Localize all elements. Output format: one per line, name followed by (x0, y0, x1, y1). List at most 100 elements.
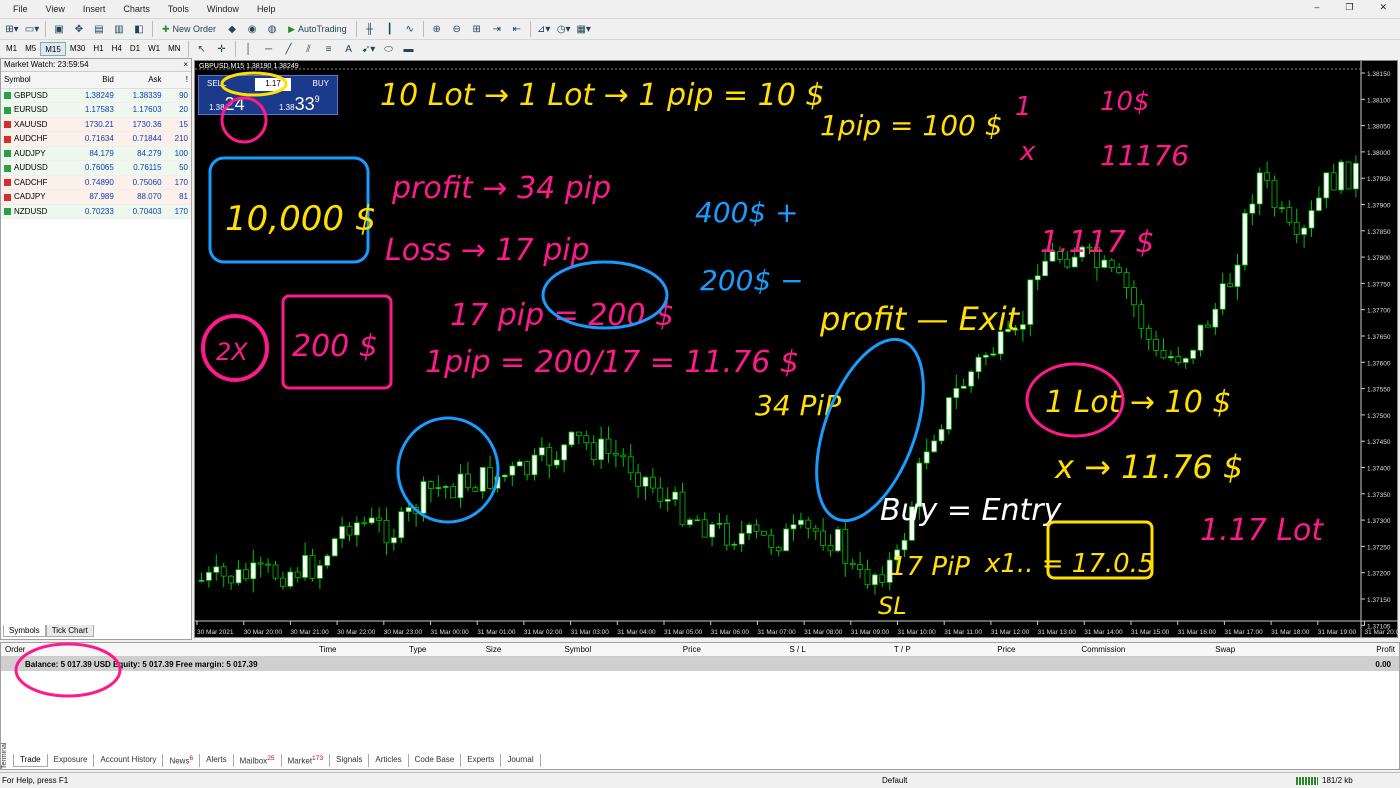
menu-window[interactable]: Window (198, 4, 248, 14)
market-watch-row[interactable]: CADCHF 0.74890 0.75060 170 (1, 175, 191, 190)
sell-button[interactable]: SELL (203, 78, 231, 91)
menu-file[interactable]: File (4, 4, 37, 14)
lot-size-input[interactable]: 1.17 (255, 78, 291, 91)
terminal-tab-market[interactable]: Market173 (282, 754, 331, 767)
line-chart-icon[interactable]: ∿ (401, 20, 419, 38)
terminal-tab-account-history[interactable]: Account History (94, 754, 164, 767)
minimize-icon[interactable]: – (1305, 2, 1328, 13)
new-chart-icon[interactable]: ⊞▾ (3, 20, 21, 38)
market-watch-row[interactable]: XAUUSD 1730.21 1730.36 15 (1, 117, 191, 132)
tf-m1[interactable]: M1 (2, 42, 21, 56)
periods-icon[interactable]: ◷▾ (555, 20, 573, 38)
templates-icon[interactable]: ▦▾ (575, 20, 593, 38)
tile-windows-icon[interactable]: ⊞ (468, 20, 486, 38)
terminal-tab-exposure[interactable]: Exposure (48, 754, 95, 767)
chart-shift-icon[interactable]: ⇤ (508, 20, 526, 38)
menu-view[interactable]: View (37, 4, 74, 14)
buy-button[interactable]: BUY (309, 78, 333, 91)
shapes-icon[interactable]: ⬭ (380, 40, 398, 58)
signals-icon[interactable]: ◉ (243, 20, 261, 38)
fibonacci-icon[interactable]: ≡ (320, 40, 338, 58)
market-watch-row[interactable]: AUDUSD 0.76065 0.76115 50 (1, 160, 191, 176)
market-watch-row[interactable]: NZDUSD 0.70233 0.70403 170 (1, 204, 191, 219)
text-icon[interactable]: A (340, 40, 358, 58)
col-current-price[interactable]: Price (915, 645, 1020, 654)
price-chart[interactable]: 1.38150 1.38100 1.38050 1.38000 1.37950 1.379… (195, 61, 1399, 639)
equidistant-channel-icon[interactable]: ⫽ (300, 40, 318, 58)
cursor-icon[interactable]: ↖ (193, 40, 211, 58)
col-symbol[interactable]: Symbol (505, 645, 595, 654)
market-watch-row[interactable]: AUDJPY 84.179 84.279 100 (1, 146, 191, 161)
tf-h4[interactable]: H4 (108, 42, 126, 56)
rectangle-icon[interactable]: ▬ (400, 40, 418, 58)
candlestick-icon[interactable]: ┃ (381, 20, 399, 38)
balance-row[interactable]: Balance: 5 017.39 USD Equity: 5 017.39 F… (1, 657, 1399, 671)
data-window-icon[interactable]: ✥ (70, 20, 88, 38)
indicators-icon[interactable]: ⊿▾ (535, 20, 553, 38)
terminal-tab-code-base[interactable]: Code Base (409, 754, 462, 767)
horizontal-line-icon[interactable]: ─ (260, 40, 278, 58)
terminal-tab-experts[interactable]: Experts (461, 754, 502, 767)
zoom-out-icon[interactable]: ⊖ (448, 20, 466, 38)
menu-insert[interactable]: Insert (74, 4, 115, 14)
market-watch-row[interactable]: GBPUSD 1.38249 1.38339 90 (1, 88, 191, 103)
col-ask[interactable]: Ask (116, 72, 165, 89)
menu-help[interactable]: Help (248, 4, 285, 14)
tf-m15[interactable]: M15 (40, 42, 66, 56)
tf-w1[interactable]: W1 (144, 42, 164, 56)
terminal-tab-alerts[interactable]: Alerts (200, 754, 234, 767)
market-watch-icon[interactable]: ▣ (50, 20, 68, 38)
tf-d1[interactable]: D1 (126, 42, 144, 56)
autoscroll-icon[interactable]: ⇥ (488, 20, 506, 38)
terminal-tab-news[interactable]: News6 (163, 754, 201, 767)
col-sl[interactable]: S / L (705, 645, 810, 654)
trendline-icon[interactable]: ╱ (280, 40, 298, 58)
tf-m30[interactable]: M30 (66, 42, 90, 56)
meta-editor-icon[interactable]: ◆ (223, 20, 241, 38)
new-order-button[interactable]: ✚ New Order (157, 20, 221, 38)
col-commission[interactable]: Commission (1020, 645, 1130, 654)
menu-tools[interactable]: Tools (159, 4, 198, 14)
col-price[interactable]: Price (595, 645, 705, 654)
terminal-icon[interactable]: ▥ (110, 20, 128, 38)
buy-price[interactable]: 1.38339 (279, 94, 320, 115)
tf-mn[interactable]: MN (164, 42, 184, 56)
crosshair-icon[interactable]: ✛ (213, 40, 231, 58)
autotrading-button[interactable]: ▶ AutoTrading (283, 20, 352, 38)
zoom-in-icon[interactable]: ⊕ (428, 20, 446, 38)
col-symbol[interactable]: Symbol (1, 72, 70, 89)
terminal-tab-mailbox[interactable]: Mailbox25 (234, 754, 282, 767)
menu-charts[interactable]: Charts (114, 4, 159, 14)
market-watch-row[interactable]: EURUSD 1.17583 1.17603 20 (1, 102, 191, 118)
vertical-line-icon[interactable]: │ (240, 40, 258, 58)
chart-window[interactable]: 1.38150 1.38100 1.38050 1.38000 1.37950 1.379… (194, 60, 1399, 639)
tab-tick-chart[interactable]: Tick Chart (45, 625, 94, 637)
restore-icon[interactable]: ❐ (1336, 2, 1362, 13)
col-bid[interactable]: Bid (69, 72, 117, 89)
terminal-tab-articles[interactable]: Articles (369, 754, 409, 767)
market-icon[interactable]: ◍ (263, 20, 281, 38)
tf-h1[interactable]: H1 (89, 42, 107, 56)
col-order[interactable]: Order (1, 645, 61, 654)
col-type[interactable]: Type (341, 645, 431, 654)
arrows-icon[interactable]: ➹▾ (360, 40, 378, 58)
terminal-tab-journal[interactable]: Journal (501, 754, 541, 767)
col-swap[interactable]: Swap (1129, 645, 1239, 654)
market-watch-row[interactable]: AUDCHF 0.71634 0.71844 210 (1, 131, 191, 147)
tf-m5[interactable]: M5 (21, 42, 40, 56)
col-tp[interactable]: T / P (810, 645, 915, 654)
profiles-icon[interactable]: ▭▾ (23, 20, 41, 38)
tab-symbols[interactable]: Symbols (3, 625, 46, 637)
col-size[interactable]: Size (430, 645, 505, 654)
col-time[interactable]: Time (61, 645, 341, 654)
col-profit[interactable]: Profit (1239, 645, 1399, 654)
sell-price[interactable]: 1.3824 (209, 94, 245, 115)
tester-icon[interactable]: ◧ (130, 20, 148, 38)
close-icon[interactable]: ✕ (1370, 2, 1396, 13)
navigator-icon[interactable]: ▤ (90, 20, 108, 38)
market-watch-row[interactable]: CADJPY 87.989 88.070 81 (1, 189, 191, 205)
terminal-tab-signals[interactable]: Signals (330, 754, 370, 767)
bar-chart-icon[interactable]: ╫ (361, 20, 379, 38)
status-profile[interactable]: Default (882, 776, 907, 785)
col-spread[interactable]: ! (164, 72, 191, 89)
